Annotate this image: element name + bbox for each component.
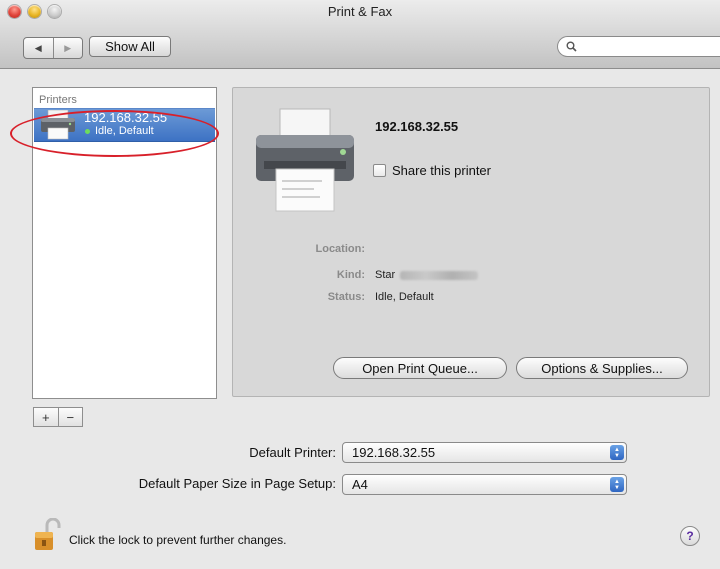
kind-value: Star: [375, 269, 479, 281]
default-paper-size-label: Default Paper Size in Page Setup:: [138, 476, 336, 491]
back-icon[interactable]: ◀: [24, 38, 53, 58]
redacted-text: [400, 270, 479, 280]
default-paper-size-value: A4: [352, 477, 368, 492]
share-printer-checkbox[interactable]: Share this printer: [373, 163, 491, 178]
open-print-queue-button[interactable]: Open Print Queue...: [333, 357, 507, 379]
show-all-button[interactable]: Show All: [89, 36, 171, 57]
kind-value-text: Star: [375, 269, 396, 281]
annotation-highlight-ring: [10, 110, 219, 157]
printer-detail-name: 192.168.32.55: [375, 119, 459, 134]
add-printer-button[interactable]: +: [34, 408, 58, 426]
printer-large-icon: [256, 108, 354, 212]
default-printer-select[interactable]: 192.168.32.55 ▲ ▼: [342, 442, 627, 463]
search-icon: [566, 41, 577, 55]
forward-icon[interactable]: ▶: [52, 38, 83, 58]
status-value: Idle, Default: [375, 291, 434, 303]
select-arrows-icon: ▲ ▼: [610, 477, 624, 492]
options-supplies-button[interactable]: Options & Supplies...: [516, 357, 688, 379]
window-title: Print & Fax: [327, 4, 393, 19]
default-paper-size-select[interactable]: A4 ▲ ▼: [342, 474, 627, 495]
list-add-remove-control: + −: [33, 407, 83, 427]
select-arrows-icon: ▲ ▼: [610, 445, 624, 460]
titlebar-toolbar: Print & Fax ◀ ▶ Show All: [0, 0, 720, 69]
kind-label: Kind:: [336, 269, 365, 281]
share-printer-label: Share this printer: [392, 163, 491, 178]
printer-list-header: Printers: [39, 94, 77, 106]
lock-icon[interactable]: [33, 518, 61, 552]
checkbox-box[interactable]: [373, 164, 386, 177]
back-forward-control: ◀ ▶: [23, 37, 83, 59]
print-fax-window: Print & Fax ◀ ▶ Show All Printers 192.16…: [0, 0, 720, 569]
default-printer-label: Default Printer:: [249, 445, 336, 460]
location-label: Location:: [315, 243, 366, 255]
search-input[interactable]: [557, 36, 720, 57]
status-label: Status:: [327, 291, 365, 303]
default-printer-value: 192.168.32.55: [352, 445, 436, 460]
help-button[interactable]: ?: [680, 526, 700, 546]
lock-message: Click the lock to prevent further change…: [69, 533, 287, 547]
remove-printer-button[interactable]: −: [57, 408, 83, 426]
